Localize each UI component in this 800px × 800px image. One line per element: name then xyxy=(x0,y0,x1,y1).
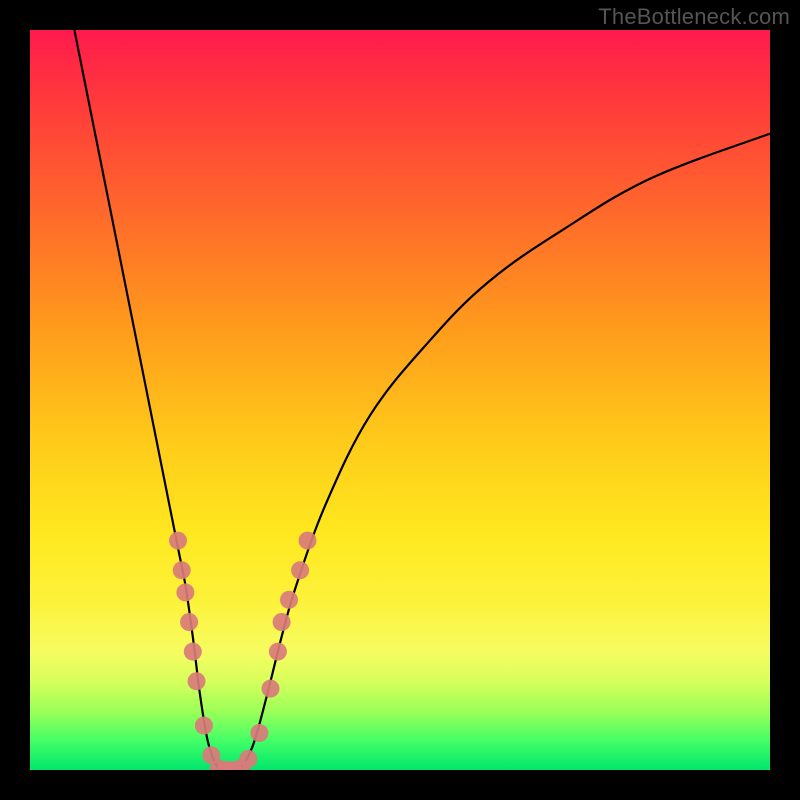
data-marker xyxy=(180,613,198,631)
data-marker xyxy=(262,680,280,698)
data-marker xyxy=(188,672,206,690)
data-marker xyxy=(273,613,291,631)
data-marker xyxy=(269,643,287,661)
data-marker xyxy=(291,561,309,579)
data-marker xyxy=(250,724,268,742)
data-markers xyxy=(169,532,317,770)
data-marker xyxy=(239,750,257,768)
data-marker xyxy=(173,561,191,579)
data-marker xyxy=(169,532,187,550)
data-marker xyxy=(280,591,298,609)
chart-svg xyxy=(30,30,770,770)
watermark-text: TheBottleneck.com xyxy=(598,4,790,30)
data-marker xyxy=(184,643,202,661)
data-marker xyxy=(195,717,213,735)
data-marker xyxy=(299,532,317,550)
plot-area xyxy=(30,30,770,770)
bottleneck-curve xyxy=(74,30,770,770)
chart-frame: TheBottleneck.com xyxy=(0,0,800,800)
data-marker xyxy=(176,583,194,601)
